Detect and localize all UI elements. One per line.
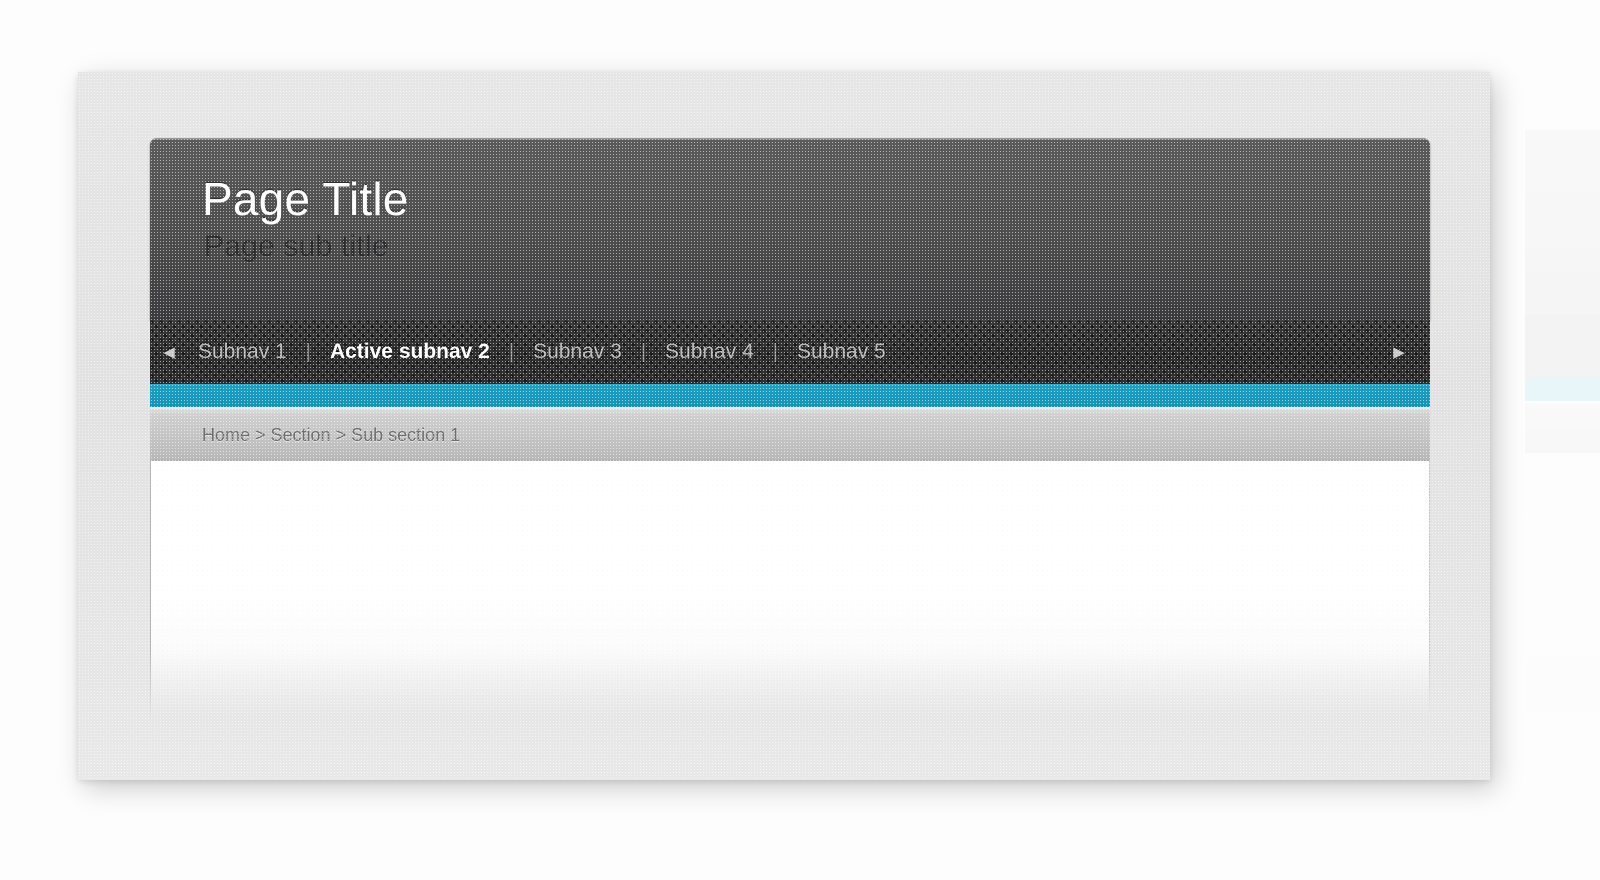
breadcrumb[interactable]: Home > Section > Sub section 1 <box>202 424 460 446</box>
page-title: Page Title <box>202 173 409 225</box>
page-subtitle: Page sub title <box>204 230 389 263</box>
subnav-separator: | <box>305 341 311 363</box>
subnav-separator: | <box>640 341 647 363</box>
ghost-accent-bar <box>1525 377 1600 401</box>
subnav-item-subnav-1[interactable]: Subnav 1 <box>196 340 289 364</box>
subnav-separator: | <box>508 341 515 363</box>
accent-bar <box>150 384 1430 407</box>
module-panel: Page Title Page sub title ◀ Subnav 1 | A… <box>150 138 1430 720</box>
subnav-separator: | <box>772 341 778 363</box>
title-block: Page Title Page sub title <box>202 172 409 265</box>
ghost-preview-layer <box>1525 62 1600 762</box>
subnav-item-active-subnav-2[interactable]: Active subnav 2 <box>328 340 492 364</box>
screenshot-stage: Page Title Page sub title ◀ Subnav 1 | A… <box>0 0 1600 880</box>
subnav-bar: ◀ Subnav 1 | Active subnav 2 | Subnav 3 … <box>150 320 1430 384</box>
panel-header: Page Title Page sub title <box>150 138 1430 320</box>
subnav-item-subnav-5[interactable]: Subnav 5 <box>795 340 888 364</box>
ghost-subnav <box>1525 315 1600 377</box>
ghost-content <box>1525 453 1600 713</box>
subnav-item-subnav-4[interactable]: Subnav 4 <box>663 340 756 364</box>
ghost-breadcrumb-bar <box>1525 403 1600 453</box>
breadcrumb-bar: Home > Section > Sub section 1 <box>150 407 1430 461</box>
chevron-left-icon[interactable]: ◀ <box>150 345 188 360</box>
subnav-item-subnav-3[interactable]: Subnav 3 <box>531 340 624 364</box>
panel-content-area <box>150 461 1430 720</box>
ghost-header <box>1525 130 1600 315</box>
page-frame: Page Title Page sub title ◀ Subnav 1 | A… <box>78 72 1490 780</box>
subnav-item-list: Subnav 1 | Active subnav 2 | Subnav 3 | … <box>196 340 888 364</box>
chevron-right-icon[interactable]: ▶ <box>1380 320 1418 384</box>
